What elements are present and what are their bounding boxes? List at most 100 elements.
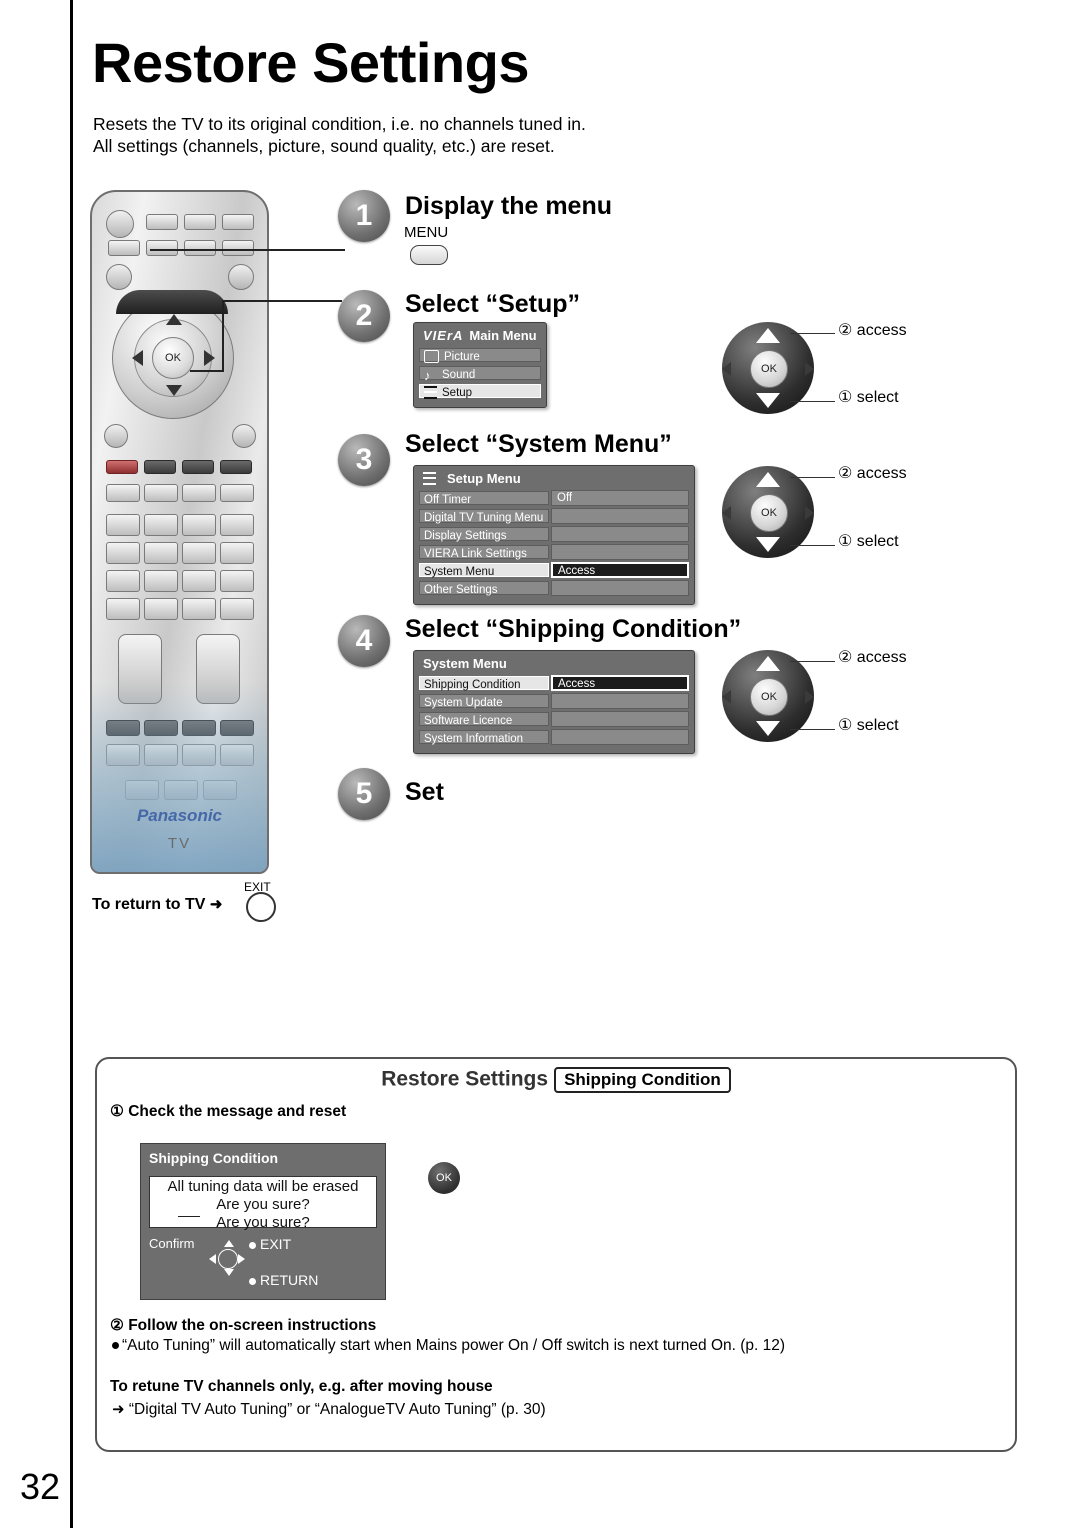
navpad-down-arrow-icon bbox=[756, 393, 780, 408]
navpad-down-arrow-icon bbox=[756, 721, 780, 736]
setup-menu-row-system-menu[interactable]: System Menu Access bbox=[419, 562, 689, 578]
remote-brand-label: Panasonic bbox=[136, 806, 223, 825]
bullet-icon bbox=[249, 1277, 256, 1285]
system-menu-row[interactable]: System Information bbox=[419, 729, 689, 745]
remote-tv-label: TV bbox=[167, 835, 192, 852]
navpad-ok-label: OK bbox=[761, 507, 777, 519]
system-menu-row[interactable]: System Update bbox=[419, 693, 689, 709]
page-title: Restore Settings bbox=[92, 31, 530, 94]
system-row-value bbox=[551, 693, 689, 709]
return-to-tv-text: To return to TV bbox=[92, 896, 206, 913]
callout-line-step2-v bbox=[222, 300, 224, 372]
system-menu-row[interactable]: Software Licence bbox=[419, 711, 689, 727]
navpad-right-arrow-icon bbox=[805, 506, 814, 520]
remote-button bbox=[182, 570, 216, 592]
remote-button bbox=[184, 214, 216, 230]
system-row-label: Shipping Condition bbox=[419, 676, 549, 691]
main-menu-title: Main Menu bbox=[469, 328, 537, 343]
dialog-title: Shipping Condition bbox=[149, 1150, 279, 1166]
main-menu-row-sound[interactable]: Sound bbox=[419, 365, 541, 381]
remote-round-button bbox=[106, 264, 132, 290]
panel-heading-chip: Shipping Condition bbox=[554, 1067, 731, 1093]
panel-retune-note-text: “Digital TV Auto Tuning” or “AnalogueTV … bbox=[128, 1401, 546, 1418]
panel-step-1: ① Check the message and reset bbox=[110, 1103, 347, 1120]
setup-menu-row[interactable]: Display Settings bbox=[419, 526, 689, 542]
panel-step-2-note-text: “Auto Tuning” will automatically start w… bbox=[122, 1337, 786, 1354]
panel-heading-text: Restore Settings bbox=[381, 1067, 549, 1091]
main-menu-row-picture[interactable]: Picture bbox=[419, 347, 541, 364]
remote-power-button bbox=[106, 210, 134, 238]
dialog-confirm-label: Confirm bbox=[149, 1236, 195, 1251]
navpad-2-select-leader bbox=[790, 545, 835, 546]
navpad-3-access-leader bbox=[790, 661, 835, 662]
navpad-left-arrow-icon bbox=[722, 690, 731, 704]
navpad-2-access-leader bbox=[790, 477, 835, 478]
dialog-right-arrow-icon bbox=[238, 1254, 245, 1264]
setup-row-label: Display Settings bbox=[419, 527, 549, 542]
bullet-icon bbox=[112, 1342, 119, 1349]
setup-menu-row[interactable]: Other Settings bbox=[419, 580, 689, 596]
navpad-3-access-note: ② access bbox=[838, 649, 907, 666]
system-menu-row-shipping-condition[interactable]: Shipping Condition Access bbox=[419, 675, 689, 691]
step-title-5: Set bbox=[405, 778, 444, 806]
remote-button bbox=[184, 240, 216, 256]
remote-button bbox=[146, 214, 178, 230]
remote-round-button bbox=[104, 424, 128, 448]
system-row-value bbox=[551, 729, 689, 745]
setup-row-label: System Menu bbox=[419, 563, 549, 578]
remote-button bbox=[106, 514, 140, 536]
remote-ok-label: OK bbox=[165, 352, 181, 364]
navpad-ok-button: OK bbox=[750, 350, 788, 388]
sound-icon bbox=[424, 369, 437, 380]
main-menu-row-setup[interactable]: Setup bbox=[419, 383, 541, 400]
setup-icon bbox=[424, 386, 437, 400]
step-number-1: 1 bbox=[338, 190, 390, 242]
remote-round-button bbox=[232, 424, 256, 448]
remote-button bbox=[182, 598, 216, 620]
remote-ok-button: OK bbox=[152, 337, 194, 379]
setup-row-value: Off bbox=[551, 490, 689, 506]
right-arrow-icon: ➜ bbox=[112, 1401, 125, 1418]
navpad-down-arrow-icon bbox=[756, 537, 780, 552]
picture-label: Picture bbox=[444, 351, 480, 363]
setup-row-value bbox=[551, 580, 689, 596]
remote-button bbox=[106, 542, 140, 564]
dpad-up-arrow-icon bbox=[166, 314, 182, 325]
step-number-4: 4 bbox=[338, 615, 390, 667]
main-menu-row-sound-label: Sound bbox=[419, 366, 541, 381]
step-title-4: Select “Shipping Condition” bbox=[405, 615, 742, 643]
navpad-left-arrow-icon bbox=[722, 362, 731, 376]
remote-button bbox=[220, 598, 254, 620]
setup-menu-row[interactable]: Digital TV Tuning Menu bbox=[419, 508, 689, 524]
navpad-1-select-note: ① select bbox=[838, 389, 899, 406]
system-row-label: System Update bbox=[419, 694, 549, 709]
remote-button bbox=[146, 240, 178, 256]
navpad-up-arrow-icon bbox=[756, 656, 780, 671]
dialog-ok-button-icon: OK bbox=[428, 1162, 460, 1194]
dialog-confirm-leader bbox=[178, 1216, 200, 1217]
step-number-5: 5 bbox=[338, 768, 390, 820]
remote-button bbox=[182, 514, 216, 536]
remote-button bbox=[144, 484, 178, 502]
dialog-message: All tuning data will be erased Are you s… bbox=[149, 1176, 377, 1231]
panel-step-2-note: “Auto Tuning” will automatically start w… bbox=[112, 1337, 785, 1355]
setup-menu-row[interactable]: VIERA Link Settings bbox=[419, 544, 689, 560]
page-left-rule bbox=[70, 0, 73, 1528]
panel-retune-note: ➜ “Digital TV Auto Tuning” or “AnalogueT… bbox=[112, 1400, 546, 1419]
remote-control-illustration: OK Panasonic TV bbox=[90, 190, 269, 874]
dialog-ok-label: OK bbox=[436, 1172, 452, 1184]
remote-button bbox=[108, 240, 140, 256]
navpad-3-select-note: ① select bbox=[838, 717, 899, 734]
remote-colour-button bbox=[220, 460, 252, 474]
main-menu-row-setup-label: Setup bbox=[419, 384, 541, 400]
system-menu-title-bar: System Menu bbox=[419, 655, 689, 675]
main-menu-title-bar: VIErA Main Menu bbox=[419, 327, 541, 347]
setup-menu-icon bbox=[423, 472, 436, 485]
menu-key-label: MENU bbox=[404, 224, 449, 241]
dialog-exit-label: EXIT bbox=[260, 1236, 292, 1252]
setup-row-label: Other Settings bbox=[419, 581, 549, 596]
setup-menu-row[interactable]: Off Timer Off bbox=[419, 490, 689, 506]
system-row-label: Software Licence bbox=[419, 712, 549, 727]
navpad-1-select-leader bbox=[790, 401, 835, 402]
setup-row-value bbox=[551, 544, 689, 560]
